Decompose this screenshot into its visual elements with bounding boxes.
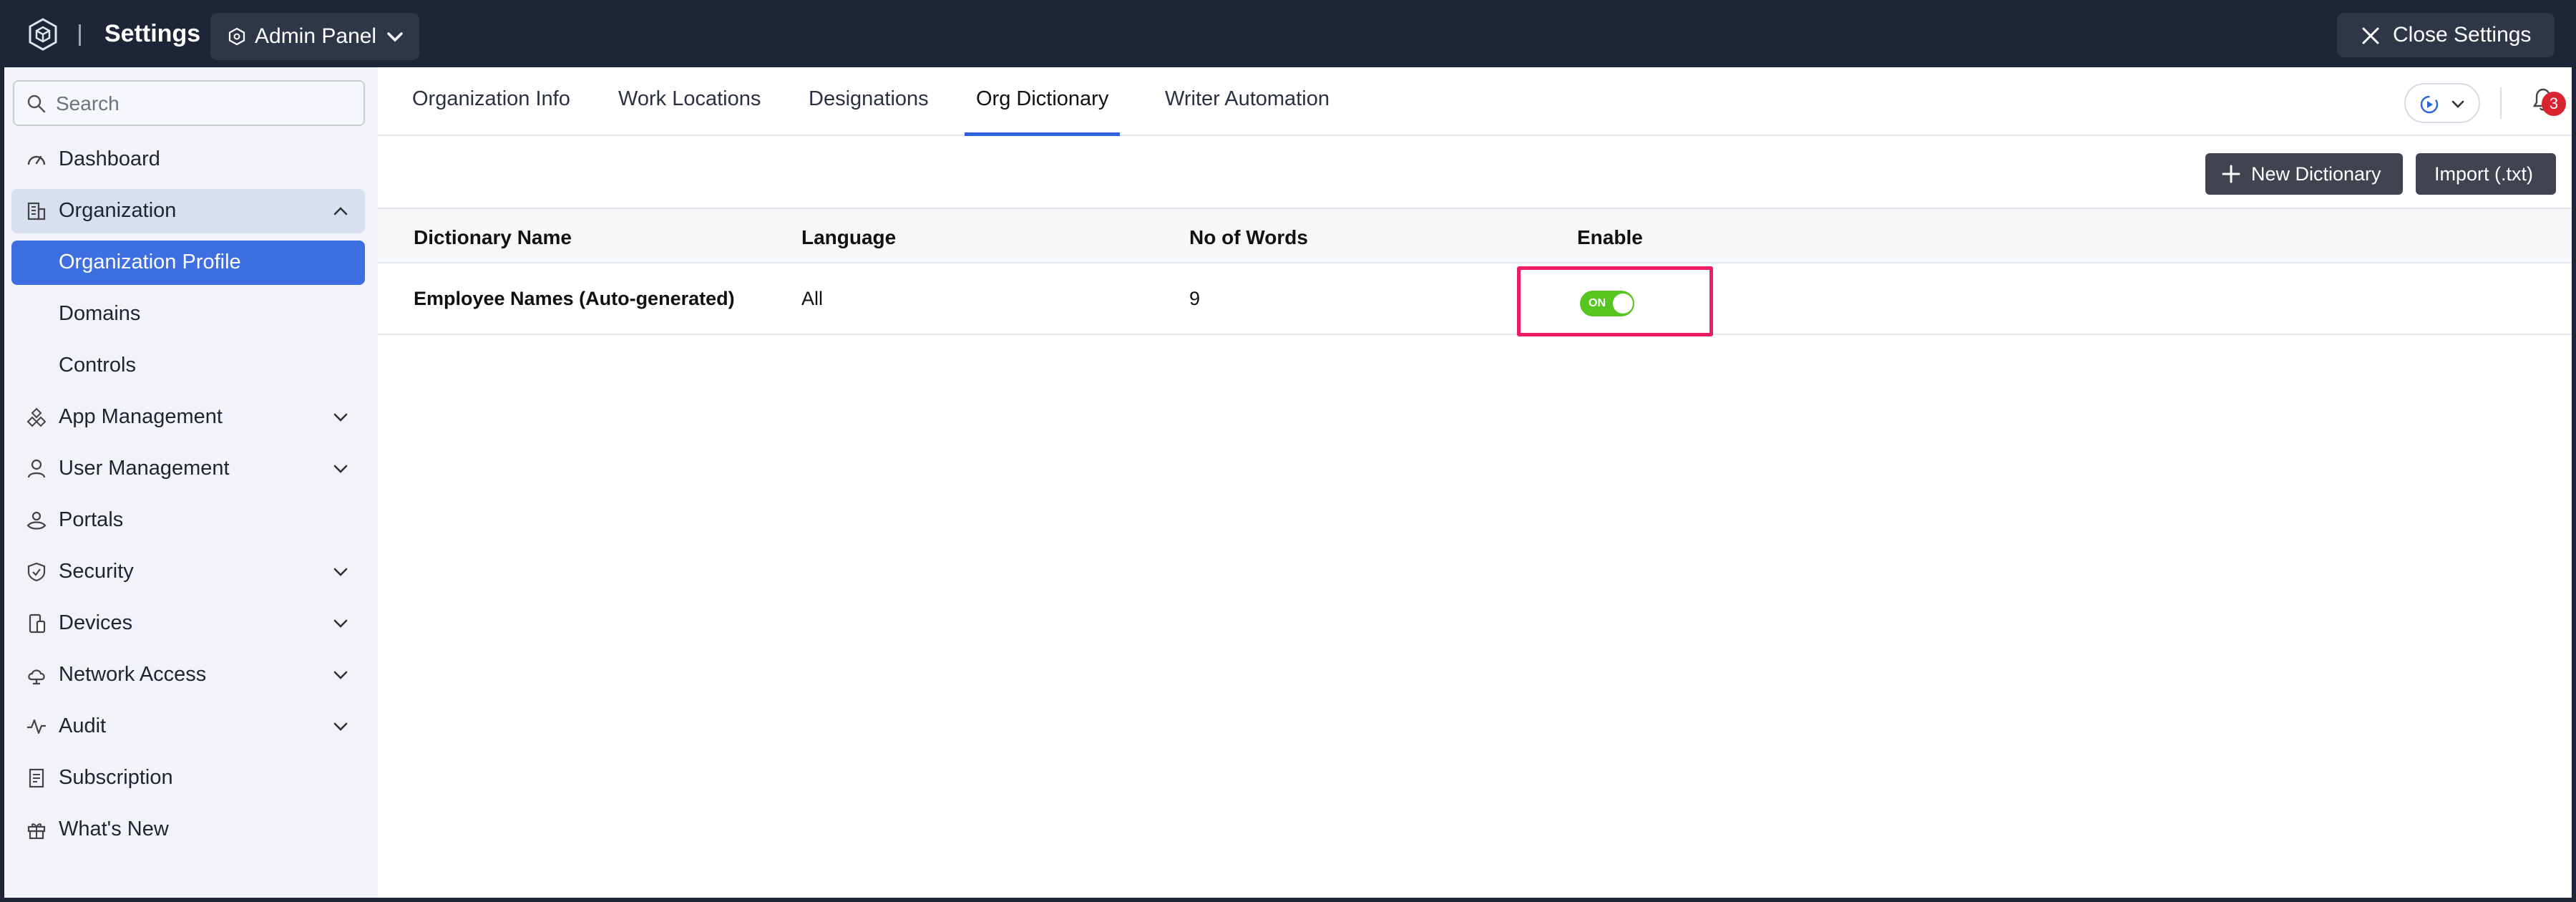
tab-designations[interactable]: Designations — [809, 87, 929, 136]
gift-icon — [27, 823, 46, 840]
sidebar-item-label: Organization — [59, 199, 177, 222]
sidebar-item-label: What's New — [59, 818, 169, 840]
sidebar-item-label: Security — [59, 560, 134, 583]
apps-icon — [26, 407, 47, 427]
sidebar-item-audit[interactable]: Audit — [11, 704, 365, 749]
pulse-icon — [27, 719, 46, 734]
chevron-down-icon — [333, 568, 348, 576]
sidebar-search[interactable] — [13, 80, 365, 126]
sidebar-item-label: User Management — [59, 457, 230, 480]
tab-org-dictionary[interactable]: Org Dictionary — [965, 87, 1121, 136]
plus-icon — [2222, 165, 2240, 183]
portal-icon — [26, 511, 47, 530]
sidebar-item-label: Dashboard — [59, 147, 160, 170]
sidebar-item-label: Organization Profile — [59, 251, 241, 273]
tab-work-locations[interactable]: Work Locations — [618, 87, 761, 136]
page-title: Settings — [104, 20, 201, 47]
user-icon — [27, 459, 46, 478]
sidebar-item-app-management[interactable]: App Management — [11, 395, 365, 440]
column-header-word-count: No of Words — [1189, 226, 1308, 248]
admin-panel-label: Admin Panel — [255, 24, 377, 48]
close-settings-button[interactable]: Close Settings — [2337, 13, 2555, 57]
word-count-cell: 9 — [1189, 288, 1201, 309]
toggle-state-label: ON — [1589, 297, 1606, 309]
tab-bar: Organization Info Work Locations Designa… — [378, 67, 2572, 136]
chevron-down-icon — [333, 722, 348, 731]
search-icon — [27, 94, 46, 113]
main-content: Organization Info Work Locations Designa… — [378, 67, 2572, 898]
sidebar-item-dashboard[interactable]: Dashboard — [11, 137, 365, 182]
devices-icon — [29, 614, 46, 634]
playback-dropdown[interactable] — [2404, 83, 2480, 123]
app-logo-icon[interactable] — [26, 17, 60, 52]
sidebar-item-controls[interactable]: Controls — [11, 344, 365, 388]
column-header-enable: Enable — [1577, 226, 1643, 248]
enable-toggle[interactable]: ON — [1580, 291, 1634, 316]
new-dictionary-label: New Dictionary — [2251, 163, 2381, 185]
search-input[interactable] — [56, 90, 356, 117]
column-header-dictionary-name: Dictionary Name — [414, 226, 572, 248]
building-icon — [27, 202, 46, 220]
sidebar-item-label: Devices — [59, 611, 133, 634]
chevron-down-icon — [333, 619, 348, 628]
chevron-up-icon — [333, 207, 348, 215]
sidebar-item-label: Portals — [59, 508, 124, 531]
dictionary-name-cell[interactable]: Employee Names (Auto-generated) — [414, 288, 735, 310]
sidebar-item-label: App Management — [59, 405, 223, 428]
header-divider — [2500, 87, 2502, 119]
close-icon — [2362, 27, 2379, 44]
tab-organization-info[interactable]: Organization Info — [412, 87, 570, 136]
import-button[interactable]: Import (.txt) — [2416, 153, 2556, 195]
sidebar-item-label: Domains — [59, 302, 141, 325]
active-tab-indicator — [965, 132, 1121, 136]
chevron-down-icon — [2451, 100, 2464, 108]
sidebar-item-organization[interactable]: Organization — [11, 189, 365, 233]
language-cell: All — [801, 288, 824, 309]
chevron-down-icon — [333, 413, 348, 422]
sidebar-item-portals[interactable]: Portals — [11, 498, 365, 543]
sidebar-item-domains[interactable]: Domains — [11, 292, 365, 336]
sidebar-item-organization-profile[interactable]: Organization Profile — [11, 241, 365, 285]
hexagon-icon — [228, 27, 245, 46]
admin-panel-dropdown[interactable]: Admin Panel — [210, 13, 419, 60]
notification-badge: 3 — [2542, 92, 2566, 116]
close-settings-label: Close Settings — [2393, 23, 2532, 47]
sidebar-item-subscription[interactable]: Subscription — [11, 756, 365, 800]
sidebar-item-whats-new[interactable]: What's New — [11, 808, 365, 852]
sidebar-item-label: Subscription — [59, 766, 173, 789]
sidebar-item-network-access[interactable]: Network Access — [11, 653, 365, 697]
play-circle-icon — [2420, 95, 2439, 114]
tab-label: Org Dictionary — [976, 87, 1109, 110]
toggle-knob — [1613, 294, 1633, 314]
chevron-down-icon — [333, 465, 348, 473]
tab-writer-automation[interactable]: Writer Automation — [1165, 87, 1330, 136]
table-row[interactable]: Employee Names (Auto-generated) All 9 — [378, 263, 2572, 335]
title-divider — [79, 24, 81, 46]
sidebar-item-security[interactable]: Security — [11, 550, 365, 594]
column-header-language: Language — [801, 226, 897, 248]
import-label: Import (.txt) — [2434, 163, 2534, 185]
new-dictionary-button[interactable]: New Dictionary — [2205, 153, 2403, 195]
sidebar-item-devices[interactable]: Devices — [11, 601, 365, 646]
top-bar: Settings Admin Panel Close Settings — [0, 0, 2576, 67]
sidebar-item-user-management[interactable]: User Management — [11, 447, 365, 491]
chevron-down-icon — [387, 32, 403, 42]
gauge-icon — [27, 155, 46, 165]
sidebar-item-label: Network Access — [59, 663, 207, 686]
settings-shell: Dashboard Organization Organization Prof… — [4, 67, 2572, 898]
receipt-icon — [29, 768, 44, 788]
chevron-down-icon — [333, 671, 348, 679]
shield-icon — [27, 562, 46, 582]
sidebar: Dashboard Organization Organization Prof… — [4, 67, 378, 898]
sidebar-item-label: Controls — [59, 354, 136, 377]
sidebar-item-label: Audit — [59, 714, 107, 737]
table-header: Dictionary Name Language No of Words Ena… — [378, 208, 2572, 263]
cloud-icon — [28, 669, 45, 685]
